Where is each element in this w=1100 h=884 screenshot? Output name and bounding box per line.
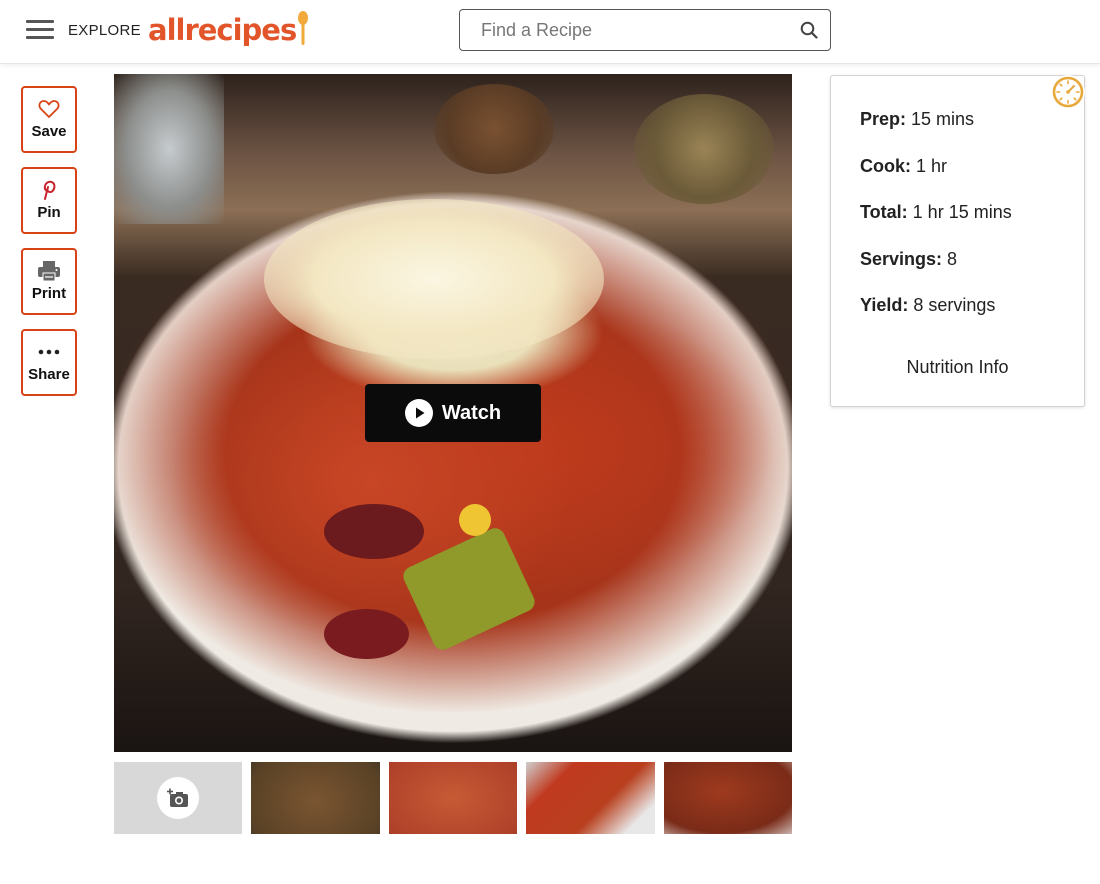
printer-icon [38, 261, 60, 282]
prep-time: Prep: 15 mins [860, 109, 974, 130]
share-label: Share [28, 366, 70, 383]
search-input[interactable] [479, 19, 783, 42]
more-dots-icon [38, 349, 60, 355]
servings-label: Servings: [860, 249, 943, 269]
pinterest-icon [43, 180, 56, 200]
save-button[interactable]: Save [21, 86, 77, 153]
watch-label: Watch [441, 401, 502, 424]
prep-label: Prep: [860, 109, 907, 129]
prep-value: 15 mins [911, 109, 975, 129]
cook-label: Cook: [860, 156, 911, 176]
yield-value: 8 servings [913, 295, 996, 315]
yield-label: Yield: [860, 295, 909, 315]
total-label: Total: [860, 202, 908, 222]
timer-badge [1051, 75, 1085, 109]
spoon-icon [298, 11, 309, 45]
photo-thumbnail[interactable] [663, 762, 793, 834]
photo-thumbnail[interactable] [251, 762, 380, 834]
total-time: Total: 1 hr 15 mins [860, 202, 1012, 223]
nutrition-info-link[interactable]: Nutrition Info [831, 357, 1084, 378]
save-label: Save [31, 123, 67, 140]
share-button[interactable]: Share [21, 329, 77, 396]
add-photo-button[interactable] [114, 762, 243, 834]
play-icon [404, 399, 433, 427]
yield: Yield: 8 servings [860, 295, 995, 316]
recipe-actions: Save Pin Print Share [21, 86, 77, 410]
recipe-search-box [459, 9, 831, 51]
photo-thumbnails [114, 762, 793, 834]
allrecipes-logo[interactable]: allrecipes [148, 10, 309, 50]
print-label: Print [31, 285, 67, 302]
servings-value: 8 [947, 249, 958, 269]
watch-video-button[interactable]: Watch [365, 384, 541, 442]
timer-icon [1052, 76, 1084, 108]
hamburger-menu-icon[interactable] [26, 20, 54, 40]
servings: Servings: 8 [860, 249, 957, 270]
total-value: 1 hr 15 mins [912, 202, 1012, 222]
explore-menu-link[interactable]: EXPLORE [68, 22, 141, 39]
cook-value: 1 hr [916, 156, 948, 176]
logo-text: allrecipes [148, 13, 297, 47]
photo-thumbnail[interactable] [526, 762, 655, 834]
print-button[interactable]: Print [21, 248, 77, 315]
recipe-info-card: Prep: 15 mins Cook: 1 hr Total: 1 hr 15 … [830, 75, 1085, 407]
search-icon[interactable] [800, 21, 818, 39]
site-header: EXPLORE allrecipes [0, 0, 1100, 64]
pin-button[interactable]: Pin [21, 167, 77, 234]
heart-icon [38, 100, 60, 118]
add-photo-icon [167, 788, 189, 807]
cook-time: Cook: 1 hr [860, 156, 947, 177]
photo-thumbnail[interactable] [388, 762, 518, 834]
pin-label: Pin [37, 204, 61, 221]
